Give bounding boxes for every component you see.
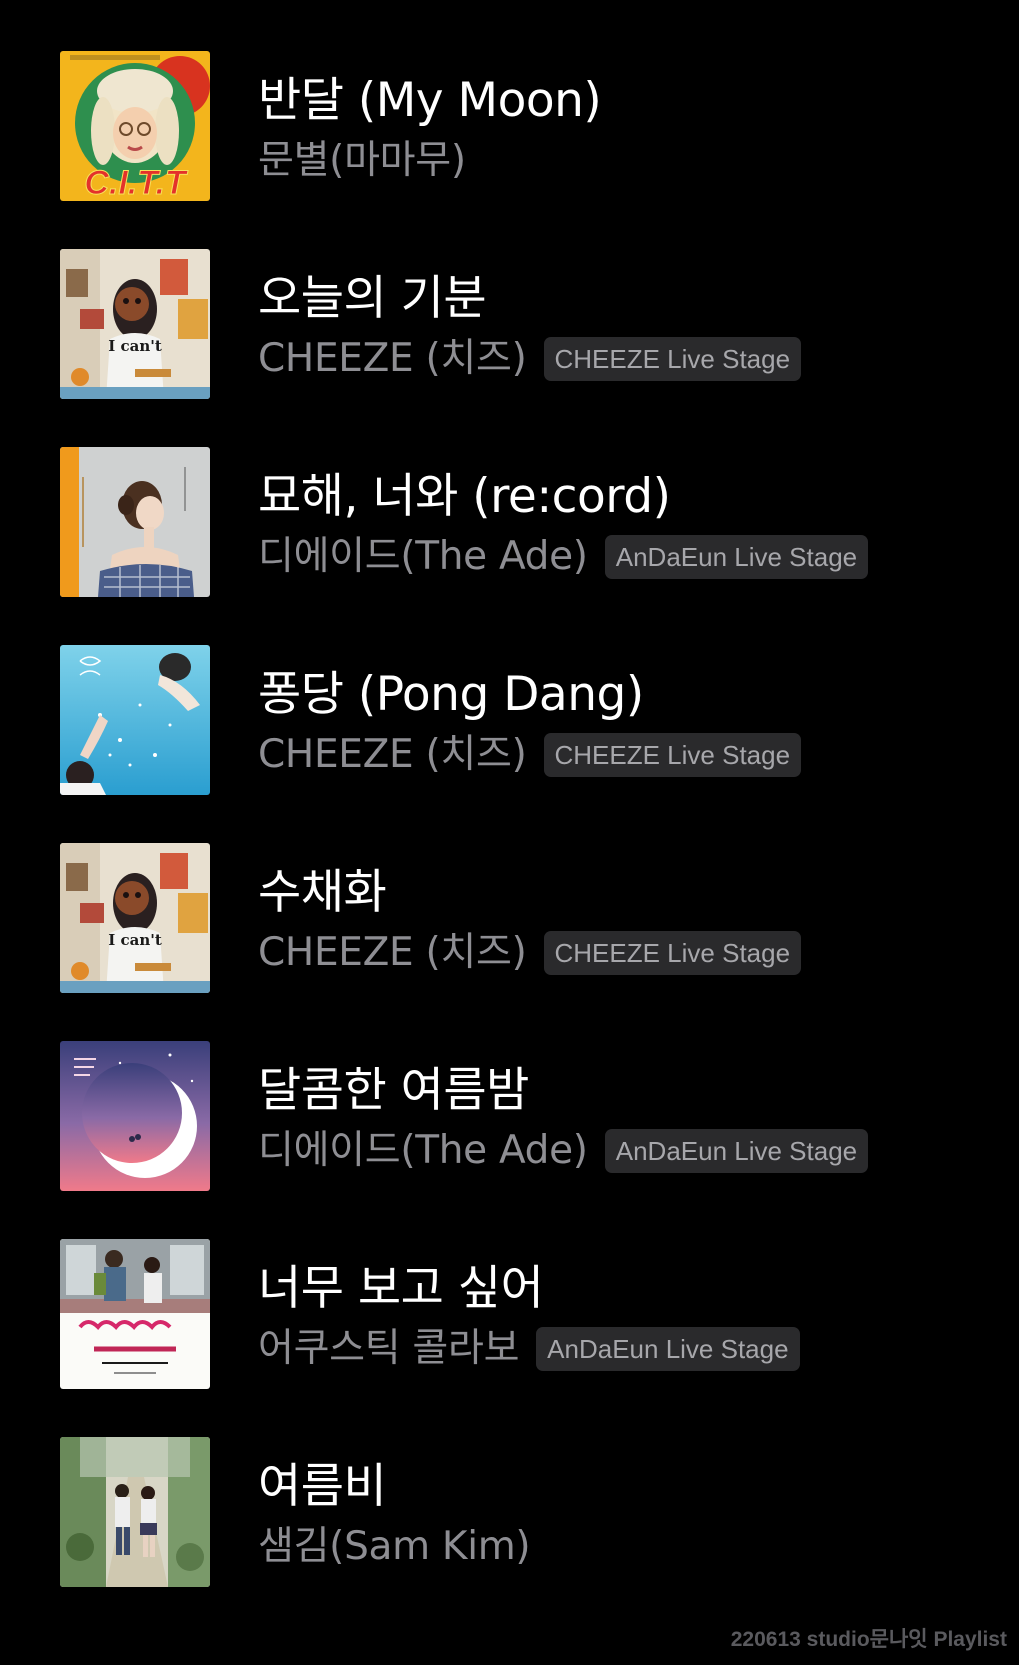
track-subtitle: 샘김(Sam Kim) xyxy=(258,1521,531,1573)
live-stage-tag[interactable]: CHEEZE Live Stage xyxy=(543,931,802,975)
live-stage-tag[interactable]: AnDaEun Live Stage xyxy=(536,1327,800,1371)
track-row[interactable]: 달콤한 여름밤 디에이드(The Ade) AnDaEun Live Stage xyxy=(0,1041,1019,1191)
track-row[interactable]: 여름비 샘김(Sam Kim) xyxy=(0,1437,1019,1587)
playlist-caption: 220613 studio문나잇 Playlist xyxy=(730,1628,1007,1651)
track-title: 수채화 xyxy=(258,865,387,920)
track-title: 묘해, 너와 (re:cord) xyxy=(258,469,671,524)
the-ade-portrait-cover-art xyxy=(60,447,210,597)
track-row[interactable]: 너무 보고 싶어 어쿠스틱 콜라보 AnDaEun Live Stage xyxy=(0,1239,1019,1389)
track-subtitle: 디에이드(The Ade) AnDaEun Live Stage xyxy=(258,1125,869,1177)
track-title: 여름비 xyxy=(258,1459,387,1514)
track-artist: CHEEZE (치즈) xyxy=(258,930,527,975)
alley-couple-cover-art xyxy=(60,1437,210,1587)
track-row[interactable]: I can't 수채화 CHEEZE (치즈) CHEEZE Live Stag… xyxy=(0,843,1019,993)
pong-dang-underwater-cover-art xyxy=(60,645,210,795)
track-title: 반달 (My Moon) xyxy=(258,73,602,128)
svg-text:I can't: I can't xyxy=(108,931,162,949)
track-row[interactable]: 묘해, 너와 (re:cord) 디에이드(The Ade) AnDaEun L… xyxy=(0,447,1019,597)
track-subtitle: CHEEZE (치즈) CHEEZE Live Stage xyxy=(258,729,802,781)
live-stage-tag[interactable]: CHEEZE Live Stage xyxy=(543,337,802,381)
track-title: 퐁당 (Pong Dang) xyxy=(258,667,644,722)
track-subtitle: 디에이드(The Ade) AnDaEun Live Stage xyxy=(258,531,869,583)
live-stage-tag[interactable]: AnDaEun Live Stage xyxy=(604,1129,869,1173)
cheeze-room-cover-art: I can't xyxy=(60,843,210,993)
track-subtitle: 문별(마마무) xyxy=(258,135,466,187)
live-stage-tag[interactable]: CHEEZE Live Stage xyxy=(543,733,802,777)
track-artist: CHEEZE (치즈) xyxy=(258,336,527,381)
live-stage-tag[interactable]: AnDaEun Live Stage xyxy=(604,535,869,579)
track-row[interactable]: I can't 오늘의 기분 CHEEZE (치즈) CHEEZE Live S… xyxy=(0,249,1019,399)
track-artist: 디에이드(The Ade) xyxy=(258,1128,588,1173)
track-artist: 샘김(Sam Kim) xyxy=(258,1524,531,1569)
track-artist: 디에이드(The Ade) xyxy=(258,534,588,579)
track-subtitle: 어쿠스틱 콜라보 AnDaEun Live Stage xyxy=(258,1323,800,1375)
track-artist: 어쿠스틱 콜라보 xyxy=(258,1326,520,1371)
track-subtitle: CHEEZE (치즈) CHEEZE Live Stage xyxy=(258,927,802,979)
track-subtitle: CHEEZE (치즈) CHEEZE Live Stage xyxy=(258,333,802,385)
crescent-moon-cover-art xyxy=(60,1041,210,1191)
track-artist: CHEEZE (치즈) xyxy=(258,732,527,777)
ost-subway-cover-art xyxy=(60,1239,210,1389)
track-title: 너무 보고 싶어 xyxy=(258,1261,544,1316)
citt-cover-art: C.I.T.T xyxy=(60,51,210,201)
track-row[interactable]: 퐁당 (Pong Dang) CHEEZE (치즈) CHEEZE Live S… xyxy=(0,645,1019,795)
track-title: 달콤한 여름밤 xyxy=(258,1063,529,1118)
track-row[interactable]: C.I.T.T 반달 (My Moon) 문별(마마무) xyxy=(0,51,1019,201)
track-artist: 문별(마마무) xyxy=(258,138,466,183)
cheeze-room-cover-art: I can't xyxy=(60,249,210,399)
svg-text:I can't: I can't xyxy=(108,337,162,355)
svg-text:C.I.T.T: C.I.T.T xyxy=(84,164,189,201)
track-title: 오늘의 기분 xyxy=(258,271,487,326)
